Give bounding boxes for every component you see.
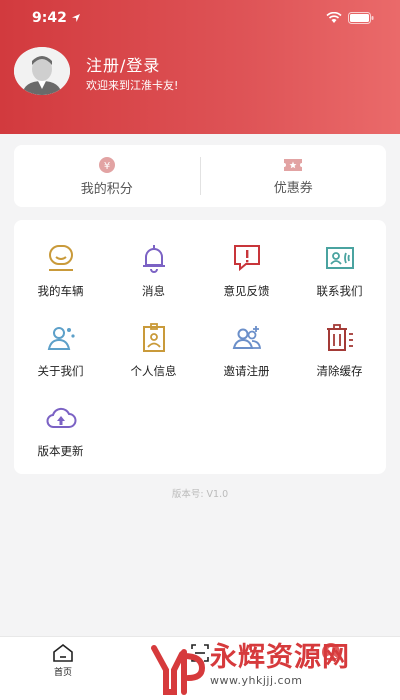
- menu-item-invite-register[interactable]: 邀请注册: [200, 322, 293, 378]
- menu-item-about-us[interactable]: 关于我们: [14, 322, 107, 378]
- menu-label: 消息: [142, 284, 165, 298]
- status-bar: 9:42: [0, 0, 400, 36]
- menu-item-version-update[interactable]: 版本更新: [14, 402, 107, 458]
- welcome-text: 欢迎来到江淮卡友!: [86, 79, 179, 92]
- svg-text:¥: ¥: [104, 161, 110, 172]
- menu-label: 清除缓存: [316, 364, 363, 378]
- my-points-label: 我的积分: [80, 181, 133, 197]
- tab-home-label: 首页: [53, 668, 72, 678]
- watermark-logo-icon: [151, 645, 206, 695]
- menu-label: 我的车辆: [37, 284, 84, 298]
- profile-header: 9:42 注册/登录 欢迎来到江淮卡友!: [0, 0, 400, 134]
- menu-item-clear-cache[interactable]: 清除缓存: [293, 322, 386, 378]
- watermark: 永辉资源网 www.yhkjjj.com: [148, 642, 400, 700]
- trash-icon: [326, 324, 353, 351]
- bell-icon: [142, 245, 165, 273]
- my-points-button[interactable]: ¥ 我的积分: [14, 145, 200, 207]
- coupon-button[interactable]: 优惠券: [201, 145, 387, 207]
- home-icon: [53, 643, 73, 662]
- watermark-title: 永辉资源网: [210, 642, 350, 673]
- menu-item-messages[interactable]: 消息: [107, 242, 200, 298]
- menu-item-feedback[interactable]: 意见反馈: [200, 242, 293, 298]
- battery-icon: [348, 12, 374, 24]
- badge-icon: [142, 323, 165, 352]
- feedback-icon: [233, 245, 260, 272]
- about-people-icon: [47, 327, 75, 350]
- points-card: ¥ 我的积分 优惠券: [14, 145, 386, 207]
- menu-label: 联系我们: [316, 284, 363, 298]
- menu-label: 邀请注册: [223, 364, 270, 378]
- vehicle-icon: [48, 245, 73, 271]
- default-avatar-icon: [14, 47, 70, 95]
- coupon-label: 优惠券: [273, 180, 313, 196]
- cloud-upload-icon: [46, 407, 76, 428]
- wifi-icon: [326, 12, 342, 23]
- status-time: 9:42: [32, 10, 67, 26]
- login-register-link[interactable]: 注册/登录: [86, 52, 160, 76]
- invite-icon: [232, 326, 261, 349]
- coupon-icon: [284, 158, 303, 171]
- menu-item-personal-info[interactable]: 个人信息: [107, 322, 200, 378]
- menu-item-my-vehicle[interactable]: 我的车辆: [14, 242, 107, 298]
- menu-label: 意见反馈: [223, 284, 270, 298]
- menu-label: 关于我们: [37, 364, 84, 378]
- location-arrow-icon: [71, 14, 80, 22]
- tab-home[interactable]: 首页: [52, 643, 74, 678]
- menu-item-contact-us[interactable]: 联系我们: [293, 242, 386, 298]
- version-text: 版本号: V1.0: [171, 489, 229, 500]
- watermark-url: www.yhkjjj.com: [210, 674, 303, 687]
- yen-coin-icon: ¥: [98, 156, 115, 173]
- menu-label: 版本更新: [37, 444, 84, 458]
- menu-label: 个人信息: [130, 364, 177, 378]
- avatar[interactable]: [14, 47, 70, 95]
- menu-grid-card: 我的车辆 消息 意见反馈 联系我们 关于我们 个人信息 邀请注册 清除缓存 版本…: [14, 220, 386, 474]
- contact-card-icon: [325, 247, 354, 269]
